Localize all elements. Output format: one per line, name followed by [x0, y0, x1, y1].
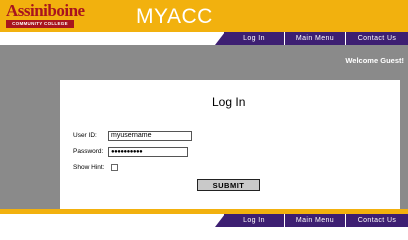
password-input[interactable]: ●●●●●●●●●● — [108, 147, 188, 157]
nav-main-menu-link[interactable]: Main Menu — [285, 32, 345, 45]
bottom-nav: Log In Main Menu Contact Us — [0, 214, 408, 227]
login-panel: Log In User ID: myusername Password: ●●●… — [60, 80, 400, 209]
logo-wordmark: Assiniboine — [6, 1, 85, 20]
content-area: Log In User ID: myusername Password: ●●●… — [0, 80, 408, 209]
top-nav-bar: Log In Main Menu Contact Us — [224, 32, 408, 45]
footer-contact-us-link[interactable]: Contact Us — [346, 214, 408, 227]
nav-contact-us-link[interactable]: Contact Us — [346, 32, 408, 45]
show-hint-checkbox[interactable] — [111, 164, 118, 171]
user-id-label: User ID: — [73, 132, 97, 139]
top-nav: Log In Main Menu Contact Us — [0, 32, 408, 45]
college-logo[interactable]: Assiniboine COMMUNITY COLLEGE — [6, 2, 85, 32]
submit-button[interactable]: SUBMIT — [197, 179, 260, 191]
site-header: Assiniboine COMMUNITY COLLEGE MYACC — [0, 0, 408, 32]
footer-main-menu-link[interactable]: Main Menu — [285, 214, 345, 227]
welcome-band: Welcome Guest! — [0, 45, 408, 80]
footer-login-link[interactable]: Log In — [224, 214, 284, 227]
logo-subtitle: COMMUNITY COLLEGE — [12, 21, 68, 26]
bottom-nav-bar: Log In Main Menu Contact Us — [224, 214, 408, 227]
login-title: Log In — [212, 95, 246, 109]
nav-login-link[interactable]: Log In — [224, 32, 284, 45]
show-hint-label: Show Hint: — [73, 164, 105, 171]
app-title: MYACC — [136, 5, 213, 28]
user-id-input[interactable]: myusername — [108, 131, 192, 141]
password-label: Password: — [73, 148, 104, 155]
welcome-message: Welcome Guest! — [345, 56, 404, 65]
